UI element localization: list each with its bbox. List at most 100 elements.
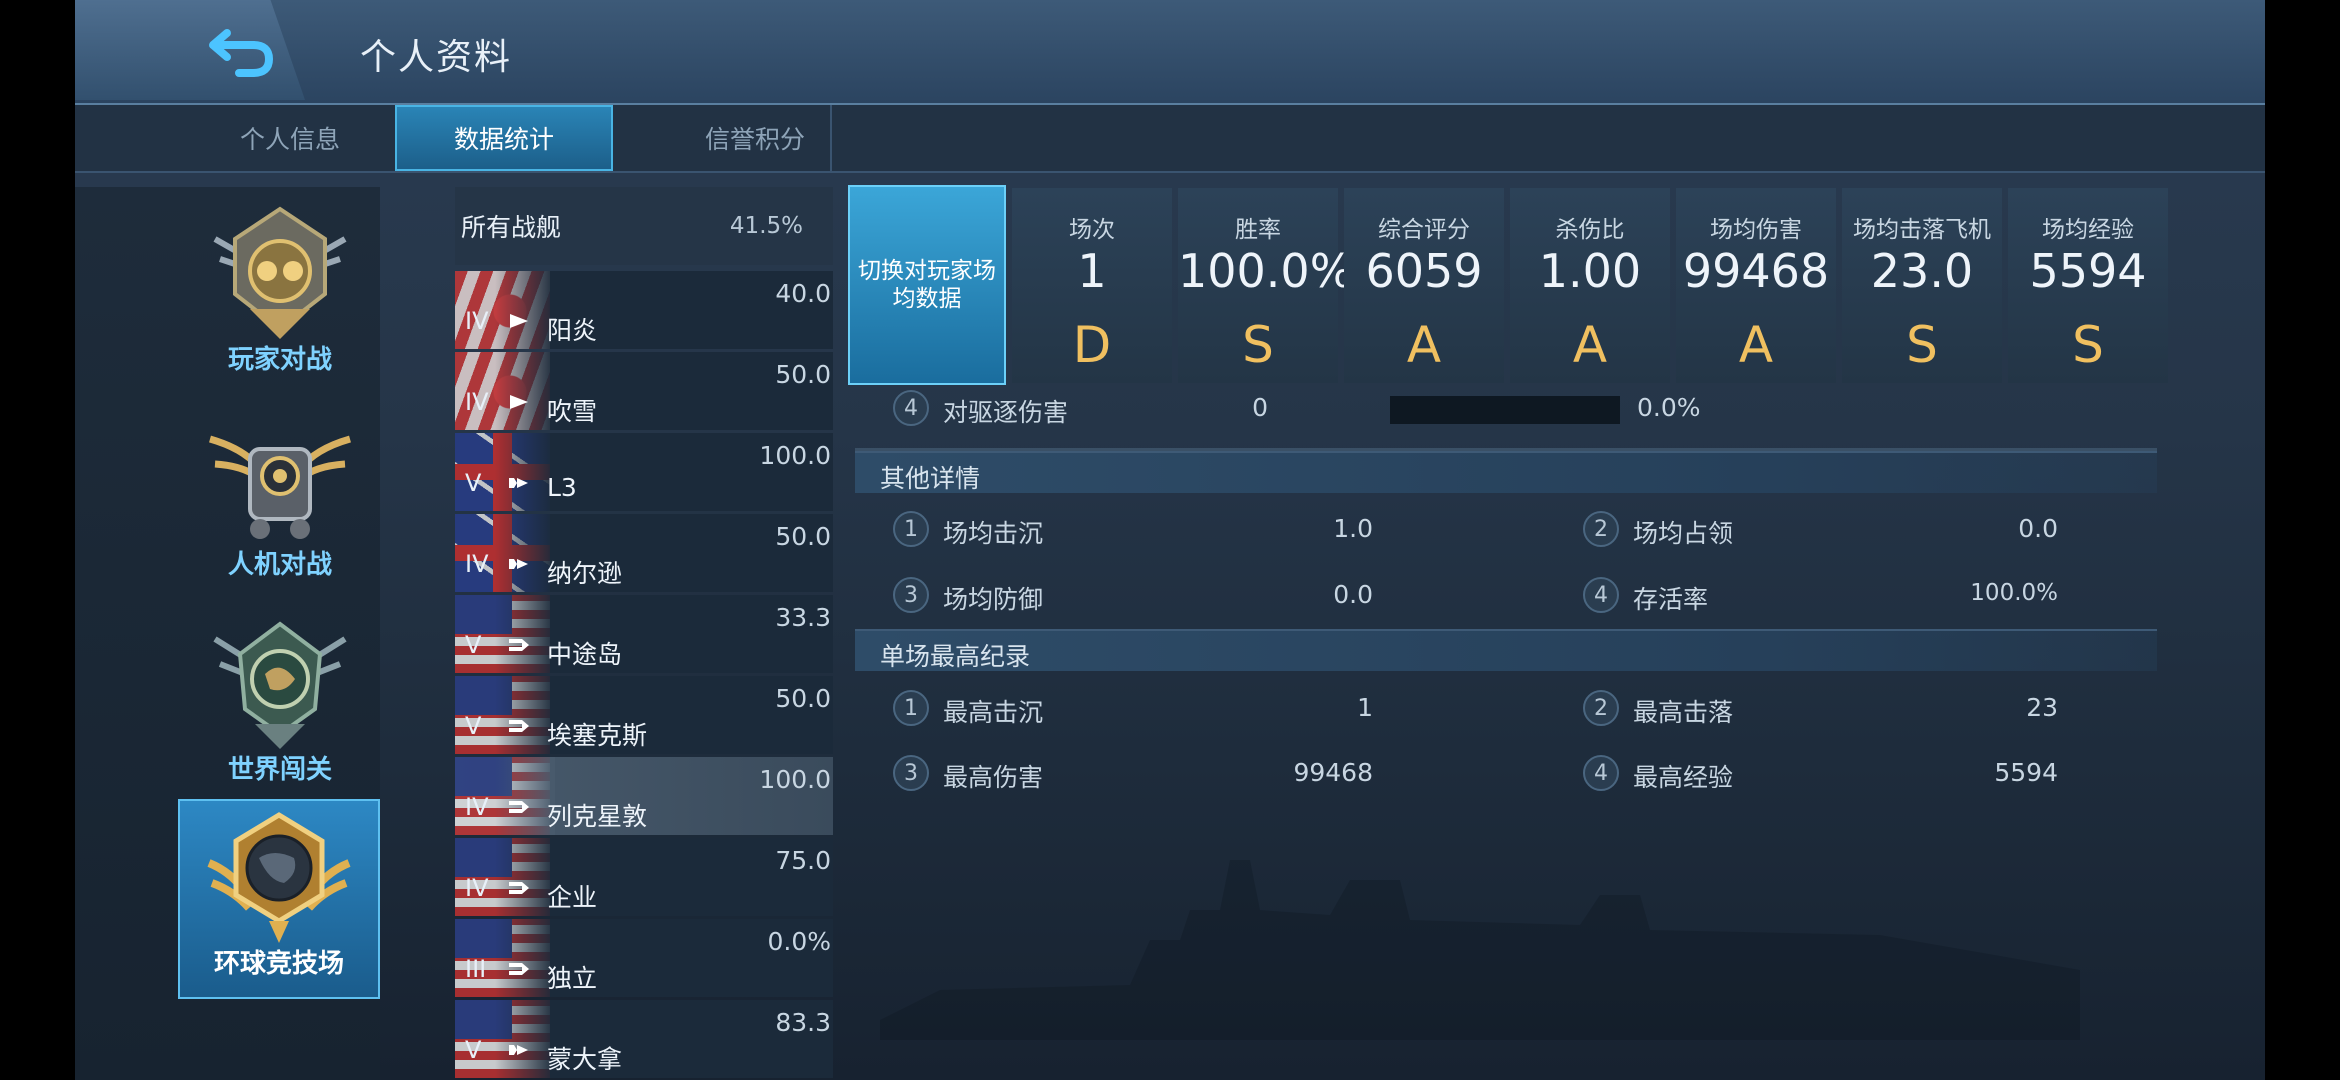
back-arrow-icon	[209, 29, 274, 77]
stat-value: 1	[1077, 244, 1107, 298]
ship-score: 100.0	[759, 765, 831, 794]
ship-tier: IV	[465, 388, 489, 416]
carrier-type-icon	[509, 720, 529, 732]
ship-tier: IV	[465, 307, 489, 335]
stat-title: 场均经验	[2042, 217, 2134, 243]
ship-tier: IV	[465, 874, 489, 902]
ship-name: 纳尔逊	[547, 559, 623, 588]
flag-fade	[495, 676, 555, 754]
ship-row[interactable]: V 蒙大拿 83.3	[455, 1000, 833, 1078]
detail-row-max-exp: 4 最高经验 5594	[1583, 747, 2073, 799]
stat-value: 6059	[1365, 244, 1483, 298]
ship-row[interactable]: V L3 100.0	[455, 433, 833, 511]
flag-fade	[495, 271, 555, 349]
detail-value: 5594	[1994, 758, 2058, 787]
ship-tier: IV	[465, 550, 489, 578]
flag-fade	[495, 352, 555, 430]
ship-row[interactable]: IV 列克星敦 100.0	[455, 757, 833, 835]
ship-score: 33.3	[775, 603, 831, 632]
ship-name: 蒙大拿	[547, 1045, 623, 1074]
flag-fade	[495, 838, 555, 916]
stat-grade: S	[1906, 316, 1938, 374]
section-title: 其他详情	[880, 464, 981, 493]
ship-name: 阳炎	[547, 316, 598, 345]
row-number: 2	[1583, 511, 1619, 547]
pve-medal-icon	[209, 435, 351, 539]
cruiser-type-icon	[509, 1045, 528, 1055]
tab-credit-score[interactable]: 信誉积分	[635, 105, 875, 171]
stat-column: 场次 1 D	[1012, 188, 1172, 383]
ship-name: 吹雪	[547, 397, 598, 426]
mode-label: 世界闯关	[227, 755, 332, 785]
ship-tier: V	[465, 631, 482, 659]
ship-name: 埃塞克斯	[547, 721, 648, 750]
ship-row[interactable]: IV 吹雪 50.0	[455, 352, 833, 430]
stat-title: 胜率	[1235, 217, 1281, 243]
detail-value: 1.0	[1333, 514, 1373, 543]
pvp-medal-icon	[213, 206, 347, 339]
detail-row-avg-sinks: 1 场均击沉 1.0	[893, 503, 1383, 555]
mode-pve[interactable]: 人机对战	[180, 402, 380, 602]
ship-row[interactable]: V 中途岛 33.3	[455, 595, 833, 673]
ship-name: L3	[547, 473, 577, 502]
stat-column: 杀伤比 1.00 A	[1510, 188, 1670, 383]
stat-grade: A	[1738, 316, 1774, 374]
ship-list[interactable]: 所有战舰 41.5% IV 阳炎 40.0 IV 吹雪 50.0 V L3 100.0 IV 纳尔逊…	[455, 187, 833, 1080]
section-title: 单场最高纪录	[880, 642, 1031, 671]
stat-grade: D	[1072, 316, 1112, 374]
tab-personal-info[interactable]: 个人信息	[215, 105, 365, 171]
world-challenge-medal-icon	[213, 621, 347, 749]
tab-data-stats[interactable]: 数据统计	[395, 105, 613, 171]
detail-label: 最高经验	[1633, 763, 1734, 792]
stat-title: 场次	[1069, 217, 1115, 243]
ship-row[interactable]: IV 纳尔逊 50.0	[455, 514, 833, 592]
stat-grade: S	[1242, 316, 1274, 374]
ship-row[interactable]: IV 企业 75.0	[455, 838, 833, 916]
flag-fade	[495, 595, 555, 673]
stats-header: 切换对玩家场均数据 场次 1 D 胜率 100.0% S 综合评分 6059 A 杀伤比 1.00 A…	[845, 185, 2168, 390]
ship-tier: V	[465, 1036, 482, 1064]
mode-world-challenge[interactable]: 世界闯关	[180, 607, 380, 807]
destroyer-type-icon	[510, 314, 528, 328]
detail-label: 最高击沉	[943, 698, 1044, 727]
mode-label: 玩家对战	[227, 345, 332, 375]
stat-value: 1.00	[1538, 244, 1642, 298]
stat-value: 5594	[2029, 244, 2147, 298]
detail-percent: 0.0%	[1637, 393, 1701, 422]
ship-score: 83.3	[775, 1008, 831, 1037]
mode-global-arena[interactable]: 环球竞技场	[178, 799, 380, 999]
ship-tier: V	[465, 469, 482, 497]
detail-row-avg-defense: 3 场均防御 0.0	[893, 569, 1383, 621]
ship-score: 0.0%	[767, 927, 831, 956]
detail-label: 最高击落	[1633, 698, 1734, 727]
top-header: 个人资料	[75, 0, 2265, 105]
screen-edge-left	[0, 0, 75, 1080]
row-number: 4	[1583, 755, 1619, 791]
stat-value: 100.0%	[1178, 244, 1354, 298]
ship-name: 中途岛	[547, 640, 623, 669]
flag-fade	[495, 919, 555, 997]
back-button[interactable]	[195, 15, 285, 85]
all-ships-row[interactable]: 所有战舰 41.5%	[455, 187, 833, 265]
ship-row[interactable]: III 独立 0.0%	[455, 919, 833, 997]
all-ships-value: 41.5%	[729, 213, 803, 239]
section-header-other: 其他详情	[855, 451, 2157, 493]
mode-pvp[interactable]: 玩家对战	[180, 197, 380, 397]
stat-grade: A	[1406, 316, 1442, 374]
detail-value: 0.0	[2018, 514, 2058, 543]
background-ship-silhouette	[880, 860, 2080, 1040]
ship-score: 40.0	[775, 279, 831, 308]
carrier-type-icon	[509, 963, 529, 975]
game-screen: 个人资料 个人信息 数据统计 信誉积分 玩家对战 人机对战 世界闯关 环球竞技场…	[0, 0, 2340, 1080]
ship-row[interactable]: V 埃塞克斯 50.0	[455, 676, 833, 754]
progress-bar-track	[1390, 396, 1620, 424]
tab-divider	[830, 105, 832, 171]
switch-player-average-button[interactable]: 切换对玩家场均数据	[848, 185, 1006, 385]
ship-row[interactable]: IV 阳炎 40.0	[455, 271, 833, 349]
ship-score: 50.0	[775, 360, 831, 389]
stat-title: 场均伤害	[1710, 217, 1802, 243]
stat-value: 23.0	[1870, 244, 1974, 298]
mode-sidebar: 玩家对战 人机对战 世界闯关 环球竞技场	[75, 187, 380, 1080]
detail-label: 对驱逐伤害	[943, 398, 1069, 427]
row-number: 1	[893, 511, 929, 547]
